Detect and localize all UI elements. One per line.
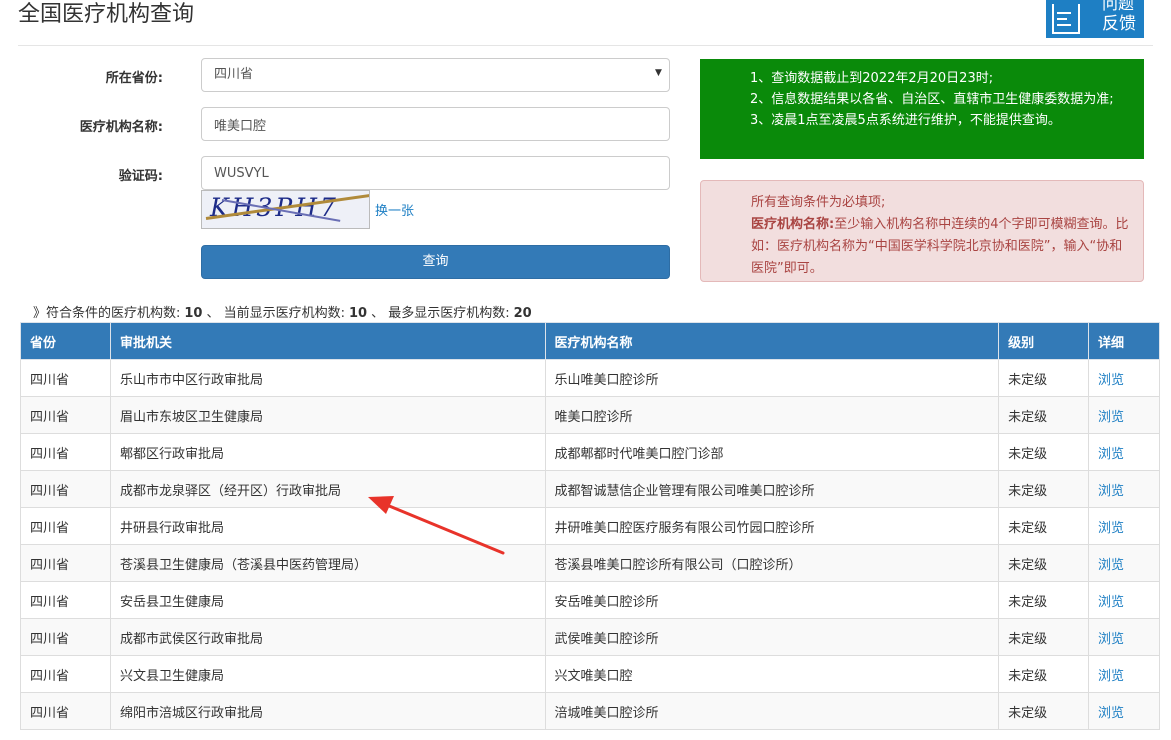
cell-province: 四川省 (20, 396, 111, 434)
captcha-label: 验证码: (118, 169, 163, 184)
cell-institution-name: 涪城唯美口腔诊所 (544, 692, 1000, 730)
cell-approval-authority: 安岳县卫生健康局 (109, 581, 546, 619)
cell-level: 未定级 (998, 433, 1090, 471)
table-header-row: 省份 审批机关 医疗机构名称 级别 详细 (20, 322, 1160, 360)
table-row: 四川省 安岳县卫生健康局 安岳唯美口腔诊所 未定级 浏览 (20, 581, 1160, 619)
cell-province: 四川省 (20, 470, 111, 508)
cell-institution-name: 安岳唯美口腔诊所 (544, 581, 1000, 619)
cell-province: 四川省 (20, 433, 111, 471)
cell-province: 四川省 (20, 507, 111, 545)
cell-approval-authority: 乐山市市中区行政审批局 (109, 359, 546, 397)
feedback-button[interactable]: 问题 反馈 (1046, 0, 1144, 38)
page-title: 全国医疗机构查询 (18, 2, 195, 27)
cell-approval-authority: 成都市武侯区行政审批局 (109, 618, 546, 656)
results-table: 省份 审批机关 医疗机构名称 级别 详细 四川省 乐山市市中区行政审批局 乐山唯美口… (20, 322, 1160, 730)
notice-info-box: 1、查询数据截止到2022年2月20日23时; 2、信息数据结果以各省、自治区、… (700, 59, 1144, 159)
cell-institution-name: 唯美口腔诊所 (544, 396, 1000, 434)
table-row: 四川省 苍溪县卫生健康局（苍溪县中医药管理局） 苍溪县唯美口腔诊所有限公司（口腔诊所… (20, 544, 1160, 582)
header-institution-name: 医疗机构名称 (544, 322, 1000, 360)
institution-name-label: 医疗机构名称: (79, 120, 163, 135)
view-details-link[interactable]: 浏览 (1088, 359, 1160, 397)
view-details-link[interactable]: 浏览 (1088, 433, 1160, 471)
notice-line: 2、信息数据结果以各省、自治区、直辖市卫生健康委数据为准; (750, 92, 1114, 107)
cell-institution-name: 成都智诚慧信企业管理有限公司唯美口腔诊所 (544, 470, 1000, 508)
table-row: 四川省 绵阳市涪城区行政审批局 涪城唯美口腔诊所 未定级 浏览 (20, 692, 1160, 730)
refresh-captcha-link[interactable]: 换一张 (375, 200, 414, 219)
cell-level: 未定级 (998, 544, 1090, 582)
cell-approval-authority: 眉山市东坡区卫生健康局 (109, 396, 546, 434)
table-row: 四川省 乐山市市中区行政审批局 乐山唯美口腔诊所 未定级 浏览 (20, 359, 1160, 397)
cell-province: 四川省 (20, 581, 111, 619)
cell-approval-authority: 郫都区行政审批局 (109, 433, 546, 471)
caret-down-icon: ▼ (655, 68, 662, 78)
cell-province: 四川省 (20, 544, 111, 582)
cell-province: 四川省 (20, 655, 111, 693)
cell-level: 未定级 (998, 470, 1090, 508)
view-details-link[interactable]: 浏览 (1088, 692, 1160, 730)
view-details-link[interactable]: 浏览 (1088, 507, 1160, 545)
table-row: 四川省 成都市龙泉驿区（经开区）行政审批局 成都智诚慧信企业管理有限公司唯美口腔诊所… (20, 470, 1160, 508)
table-row: 四川省 成都市武侯区行政审批局 武侯唯美口腔诊所 未定级 浏览 (20, 618, 1160, 656)
province-select-value: 四川省 (214, 67, 254, 82)
cell-level: 未定级 (998, 581, 1090, 619)
cell-institution-name: 苍溪县唯美口腔诊所有限公司（口腔诊所） (544, 544, 1000, 582)
notice-required-line: 所有查询条件为必填项; (751, 195, 886, 210)
cell-institution-name: 乐山唯美口腔诊所 (544, 359, 1000, 397)
notice-line: 3、凌晨1点至凌晨5点系统进行维护，不能提供查询。 (750, 113, 1061, 128)
cell-institution-name: 武侯唯美口腔诊所 (544, 618, 1000, 656)
header-level: 级别 (998, 322, 1090, 360)
view-details-link[interactable]: 浏览 (1088, 544, 1160, 582)
cell-province: 四川省 (20, 692, 111, 730)
shown-count: 10 (349, 306, 368, 321)
province-label: 所在省份: (105, 71, 163, 86)
view-details-link[interactable]: 浏览 (1088, 618, 1160, 656)
cell-province: 四川省 (20, 359, 111, 397)
header-approval-authority: 审批机关 (109, 322, 546, 360)
view-details-link[interactable]: 浏览 (1088, 470, 1160, 508)
cell-level: 未定级 (998, 692, 1090, 730)
document-question-icon (1052, 4, 1080, 34)
cell-institution-name: 成都郫都时代唯美口腔门诊部 (544, 433, 1000, 471)
cell-level: 未定级 (998, 618, 1090, 656)
feedback-label-line2: 反馈 (1102, 14, 1136, 34)
captcha-image[interactable]: KH3PH7 (201, 190, 370, 229)
cell-level: 未定级 (998, 359, 1090, 397)
cell-level: 未定级 (998, 507, 1090, 545)
header-details: 详细 (1088, 322, 1160, 360)
table-row: 四川省 郫都区行政审批局 成都郫都时代唯美口腔门诊部 未定级 浏览 (20, 433, 1160, 471)
cell-approval-authority: 井研县行政审批局 (109, 507, 546, 545)
cell-institution-name: 兴文唯美口腔 (544, 655, 1000, 693)
notice-bold-label: 医疗机构名称: (751, 217, 835, 232)
view-details-link[interactable]: 浏览 (1088, 655, 1160, 693)
cell-level: 未定级 (998, 655, 1090, 693)
table-row: 四川省 眉山市东坡区卫生健康局 唯美口腔诊所 未定级 浏览 (20, 396, 1160, 434)
query-button[interactable]: 查询 (201, 245, 670, 279)
cell-province: 四川省 (20, 618, 111, 656)
cell-institution-name: 井研唯美口腔医疗服务有限公司竹园口腔诊所 (544, 507, 1000, 545)
notice-line: 1、查询数据截止到2022年2月20日23时; (750, 71, 994, 86)
province-select[interactable]: 四川省 (201, 58, 670, 92)
cell-approval-authority: 绵阳市涪城区行政审批局 (109, 692, 546, 730)
view-details-link[interactable]: 浏览 (1088, 581, 1160, 619)
table-row: 四川省 井研县行政审批局 井研唯美口腔医疗服务有限公司竹园口腔诊所 未定级 浏览 (20, 507, 1160, 545)
notice-requirements-box: 所有查询条件为必填项; 医疗机构名称:至少输入机构名称中连续的4个字即可模糊查询… (700, 180, 1144, 282)
header-province: 省份 (20, 322, 111, 360)
captcha-input[interactable] (201, 156, 670, 190)
cell-approval-authority: 苍溪县卫生健康局（苍溪县中医药管理局） (109, 544, 546, 582)
match-count: 10 (184, 306, 203, 321)
institution-name-input[interactable] (201, 107, 670, 141)
table-row: 四川省 兴文县卫生健康局 兴文唯美口腔 未定级 浏览 (20, 655, 1160, 693)
view-details-link[interactable]: 浏览 (1088, 396, 1160, 434)
cell-level: 未定级 (998, 396, 1090, 434)
max-count: 20 (513, 306, 532, 321)
cell-approval-authority: 成都市龙泉驿区（经开区）行政审批局 (109, 470, 546, 508)
cell-approval-authority: 兴文县卫生健康局 (109, 655, 546, 693)
results-summary: 》符合条件的医疗机构数: 10、 当前显示医疗机构数: 10、 最多显示医疗机构数:… (33, 306, 532, 321)
